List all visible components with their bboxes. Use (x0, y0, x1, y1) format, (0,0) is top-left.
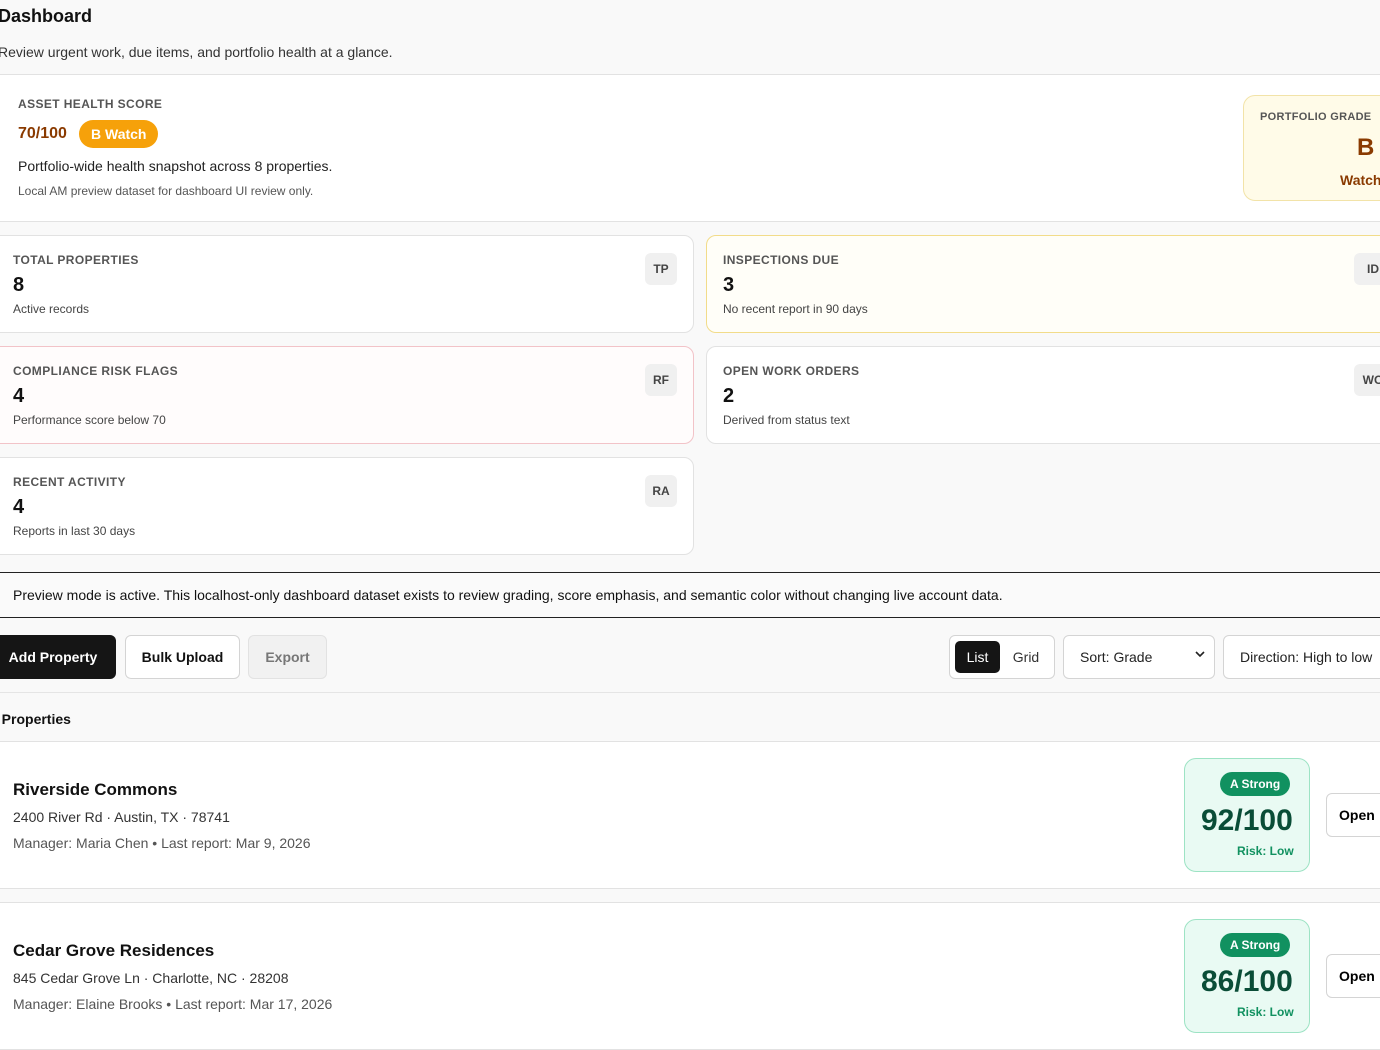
asset-health-card: ASSET HEALTH SCORE 70/100 B Watch Portfo… (0, 74, 1380, 222)
property-grade-badge: A Strong (1220, 772, 1291, 796)
property-meta: Manager: Maria Chen • Last report: Mar 9… (13, 835, 311, 851)
property-address: 845 Cedar Grove Ln · Charlotte, NC · 282… (13, 970, 289, 986)
page-title: Dashboard (0, 6, 93, 26)
asset-health-score: 70/100 (18, 125, 67, 142)
health-grade-badge: B Watch (79, 120, 159, 148)
stat-initials-icon: WO (1354, 364, 1380, 396)
stat-label: OPEN WORK ORDERS (723, 364, 860, 378)
direction-select-value: Direction: High to low (1240, 649, 1373, 665)
view-toggle: List Grid (949, 635, 1055, 679)
property-meta: Manager: Elaine Brooks • Last report: Ma… (13, 996, 333, 1012)
portfolio-grade-label: PORTFOLIO GRADE (1260, 111, 1372, 123)
asset-health-note: Local AM preview dataset for dashboard U… (18, 184, 314, 198)
chevron-down-icon (1194, 648, 1206, 663)
stat-label: TOTAL PROPERTIES (13, 253, 139, 267)
stat-card-open-work-orders[interactable]: OPEN WORK ORDERS 2 Derived from status t… (706, 346, 1380, 444)
page-subtitle: Review urgent work, due items, and portf… (0, 44, 393, 60)
direction-select[interactable]: Direction: High to low (1223, 635, 1380, 679)
property-name: Cedar Grove Residences (13, 941, 215, 960)
stat-caption: Performance score below 70 (13, 413, 166, 427)
portfolio-grade-letter: B (1357, 134, 1375, 161)
stat-value: 3 (723, 274, 735, 296)
property-score-box: A Strong 92/100 Risk: Low (1184, 758, 1310, 872)
stat-label: RECENT ACTIVITY (13, 475, 126, 489)
bulk-upload-button[interactable]: Bulk Upload (125, 635, 240, 679)
stat-value: 8 (13, 274, 25, 296)
property-risk: Risk: Low (1237, 1005, 1294, 1019)
export-button[interactable]: Export (248, 635, 327, 679)
property-row[interactable]: Riverside Commons 2400 River Rd · Austin… (0, 741, 1380, 889)
stat-caption: Active records (13, 302, 90, 316)
stat-card-total-properties[interactable]: TOTAL PROPERTIES 8 Active records TP (0, 235, 694, 333)
stat-caption: Derived from status text (723, 413, 850, 427)
stat-caption: Reports in last 30 days (13, 524, 136, 538)
sort-select-value: Sort: Grade (1080, 649, 1153, 665)
stat-card-compliance-risk[interactable]: COMPLIANCE RISK FLAGS 4 Performance scor… (0, 346, 694, 444)
property-row[interactable]: Cedar Grove Residences 845 Cedar Grove L… (0, 902, 1380, 1050)
add-property-button[interactable]: Add Property (0, 635, 116, 679)
asset-health-label: ASSET HEALTH SCORE (18, 97, 163, 111)
property-score-box: A Strong 86/100 Risk: Low (1184, 919, 1310, 1033)
property-score: 92/100 (1201, 804, 1293, 837)
stat-initials-icon: RF (645, 364, 677, 396)
divider (0, 692, 1380, 693)
open-property-button[interactable]: Open (1326, 793, 1380, 837)
asset-health-description: Portfolio-wide health snapshot across 8 … (18, 158, 333, 174)
stat-value: 4 (13, 385, 25, 407)
stat-card-inspections-due[interactable]: INSPECTIONS DUE 3 No recent report in 90… (706, 235, 1380, 333)
stat-value: 4 (13, 496, 25, 518)
stat-label: INSPECTIONS DUE (723, 253, 840, 267)
property-score: 86/100 (1201, 965, 1293, 998)
property-name: Riverside Commons (13, 780, 178, 799)
preview-mode-banner: Preview mode is active. This localhost-o… (0, 572, 1380, 618)
property-address: 2400 River Rd · Austin, TX · 78741 (13, 809, 230, 825)
properties-count: 8 Properties (0, 711, 71, 727)
portfolio-grade-word: Watch (1340, 172, 1380, 188)
stat-value: 2 (723, 385, 735, 407)
stat-initials-icon: ID (1354, 253, 1380, 285)
property-grade-badge: A Strong (1220, 933, 1291, 957)
property-risk: Risk: Low (1237, 844, 1294, 858)
open-property-button[interactable]: Open (1326, 954, 1380, 998)
stat-initials-icon: TP (645, 253, 677, 285)
stat-initials-icon: RA (645, 475, 677, 507)
view-list-button[interactable]: List (955, 641, 1000, 673)
stat-caption: No recent report in 90 days (723, 302, 868, 316)
stat-card-recent-activity[interactable]: RECENT ACTIVITY 4 Reports in last 30 day… (0, 457, 694, 555)
portfolio-grade-box: PORTFOLIO GRADE B Watch (1243, 95, 1380, 201)
stat-label: COMPLIANCE RISK FLAGS (13, 364, 179, 378)
sort-select[interactable]: Sort: Grade (1063, 635, 1215, 679)
view-grid-button[interactable]: Grid (1003, 641, 1049, 673)
